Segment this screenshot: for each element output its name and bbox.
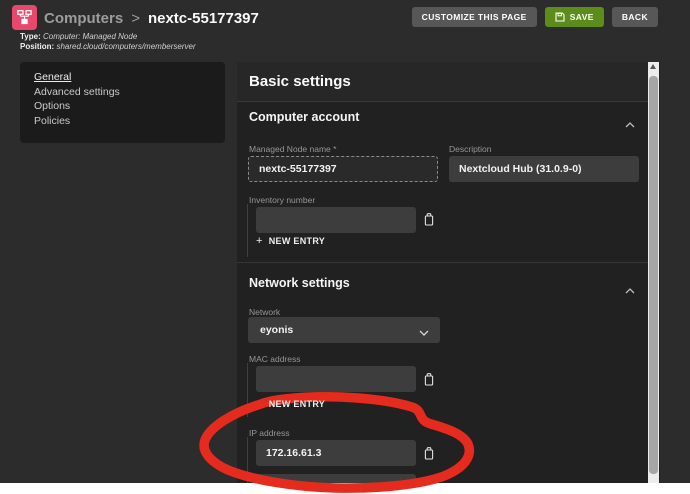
- position-label: Position:: [20, 42, 54, 51]
- save-button[interactable]: SAVE: [545, 7, 604, 27]
- customize-page-label: CUSTOMIZE THIS PAGE: [422, 12, 527, 22]
- panel-title: Basic settings: [249, 73, 351, 90]
- collapse-network-settings[interactable]: [625, 281, 635, 299]
- ip-address-input-2-partial[interactable]: [256, 474, 416, 483]
- managed-node-name-label: Managed Node name *: [249, 144, 336, 154]
- network-selected-value: eyonis: [260, 324, 293, 336]
- entry-group-guide: [247, 437, 248, 483]
- collapse-computer-account[interactable]: [625, 115, 635, 133]
- entry-group-guide: [247, 204, 248, 257]
- back-button[interactable]: BACK: [612, 7, 658, 27]
- description-label: Description: [449, 144, 492, 154]
- object-type-line: Type: Computer: Managed Node: [20, 32, 196, 42]
- customize-page-button[interactable]: CUSTOMIZE THIS PAGE: [412, 7, 537, 27]
- toolbar: CUSTOMIZE THIS PAGE SAVE BACK: [412, 7, 658, 27]
- breadcrumb: Computers > nextc-55177397: [44, 6, 259, 30]
- save-label: SAVE: [570, 12, 594, 22]
- basic-settings-panel: Basic settings Computer account Managed …: [237, 62, 660, 483]
- network-select[interactable]: eyonis: [248, 317, 440, 343]
- inventory-number-input[interactable]: [256, 207, 416, 233]
- sidebar-item-options[interactable]: Options: [34, 99, 225, 114]
- mac-address-input[interactable]: [256, 366, 416, 392]
- page-title: nextc-55177397: [148, 10, 259, 27]
- entry-group-guide: [247, 363, 248, 417]
- delete-ip-entry-button[interactable]: [422, 446, 436, 461]
- back-label: BACK: [622, 12, 648, 22]
- breadcrumb-separator: >: [131, 10, 140, 27]
- inventory-number-label: Inventory number: [249, 195, 315, 205]
- trash-icon: [423, 212, 435, 226]
- sidebar-item-policies[interactable]: Policies: [34, 114, 225, 129]
- trash-icon: [423, 372, 435, 386]
- page-bottom-margin: [0, 483, 690, 494]
- chevron-up-icon: [625, 122, 635, 128]
- sidebar-item-advanced-settings[interactable]: Advanced settings: [34, 85, 225, 100]
- plus-icon: +: [256, 398, 263, 410]
- panel-header: Basic settings: [237, 62, 648, 102]
- delete-mac-entry-button[interactable]: [422, 372, 436, 387]
- plus-icon: +: [256, 235, 263, 247]
- section-divider: [237, 262, 648, 263]
- ip-address-input[interactable]: [256, 440, 416, 466]
- ip-address-label: IP address: [249, 428, 289, 438]
- type-label: Type:: [20, 32, 41, 41]
- object-meta: Type: Computer: Managed Node Position: s…: [20, 32, 196, 51]
- position-value: shared.cloud/computers/memberserver: [56, 42, 195, 51]
- chevron-down-icon: [419, 327, 429, 339]
- network-label: Network: [249, 307, 280, 317]
- panel-scrollbar[interactable]: [648, 62, 659, 483]
- scroll-up-arrow-icon[interactable]: [650, 64, 656, 69]
- new-mac-entry-button[interactable]: + NEW ENTRY: [256, 398, 325, 410]
- section-title-network-settings: Network settings: [249, 276, 350, 290]
- breadcrumb-computers[interactable]: Computers: [44, 10, 123, 27]
- new-inventory-entry-button[interactable]: + NEW ENTRY: [256, 235, 325, 247]
- object-position-line: Position: shared.cloud/computers/members…: [20, 42, 196, 52]
- trash-icon: [423, 446, 435, 460]
- chevron-up-icon: [625, 288, 635, 294]
- delete-inventory-entry-button[interactable]: [422, 212, 436, 227]
- computers-app-icon[interactable]: [12, 5, 37, 30]
- network-nodes-icon: [16, 9, 33, 26]
- screenshot-root: Computers > nextc-55177397 CUSTOMIZE THI…: [0, 0, 690, 494]
- mac-address-label: MAC address: [249, 354, 301, 364]
- settings-nav: General Advanced settings Options Polici…: [20, 62, 225, 143]
- sidebar-item-general[interactable]: General: [34, 70, 225, 85]
- description-input[interactable]: [449, 156, 639, 182]
- new-entry-label: NEW ENTRY: [269, 399, 325, 409]
- managed-node-name-input[interactable]: [248, 156, 438, 182]
- floppy-disk-icon: [555, 12, 565, 22]
- section-title-computer-account: Computer account: [249, 110, 359, 124]
- type-value: Computer: Managed Node: [43, 32, 137, 41]
- new-entry-label: NEW ENTRY: [269, 236, 325, 246]
- scrollbar-thumb[interactable]: [649, 76, 658, 474]
